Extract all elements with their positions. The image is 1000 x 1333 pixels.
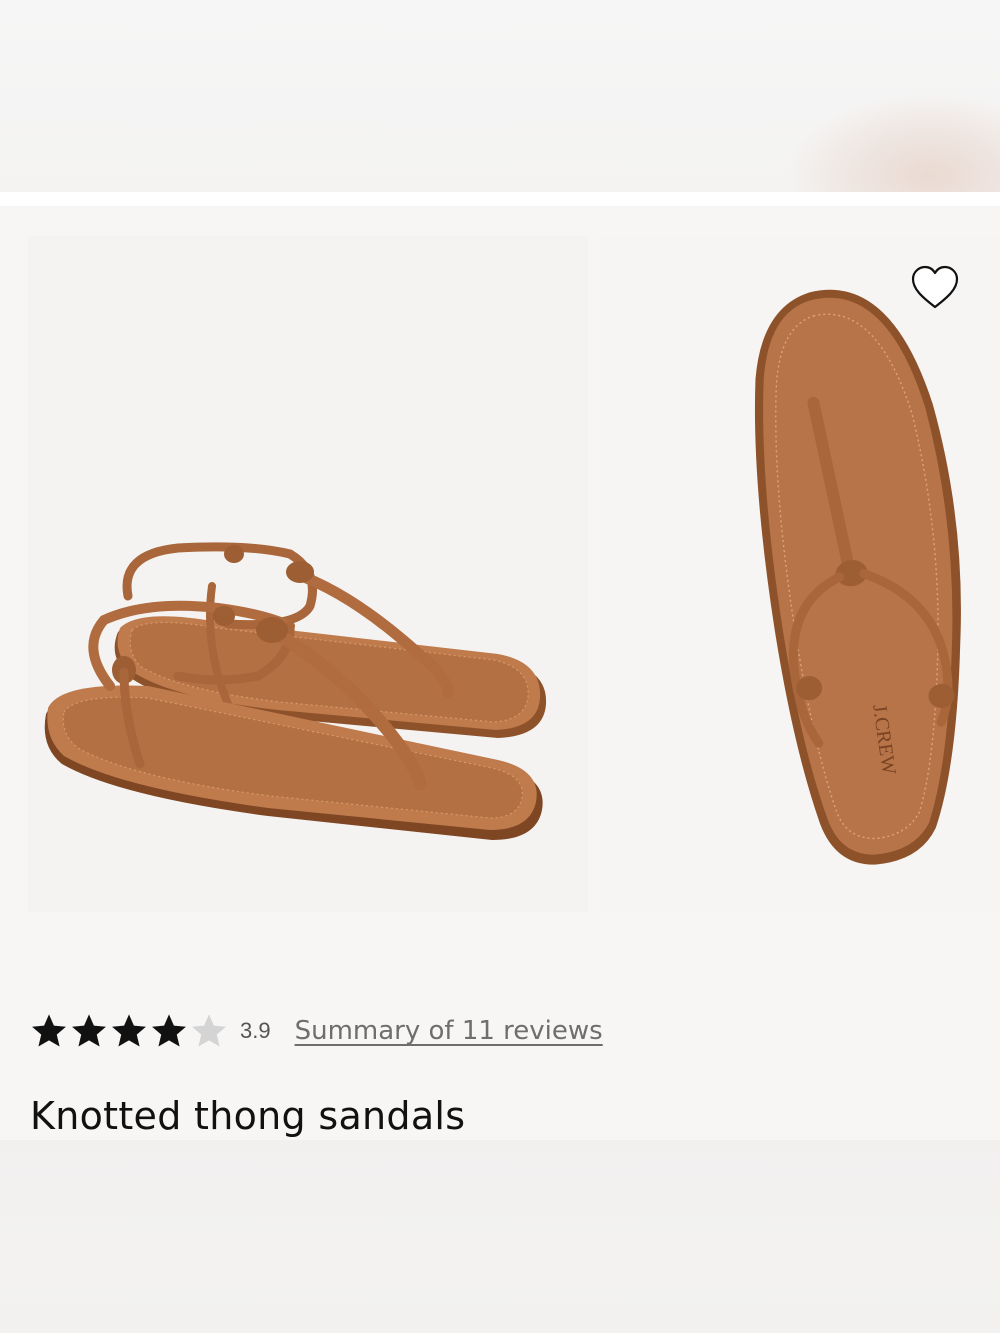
rating-stars [30, 1012, 228, 1050]
previous-section-blurred [0, 0, 1000, 192]
star-filled-icon [32, 1014, 66, 1047]
heart-outline-icon [911, 265, 959, 309]
product-image-top-view[interactable]: J.CREW [600, 236, 1000, 912]
star-filled-icon [72, 1014, 106, 1047]
product-title: Knotted thong sandals [30, 1094, 466, 1138]
wishlist-button[interactable] [908, 264, 962, 312]
sandal-top-view-illustration: J.CREW [754, 289, 961, 865]
next-section-blurred [0, 1140, 1000, 1333]
reviews-summary-link[interactable]: Summary of 11 reviews [295, 1016, 603, 1046]
star-empty-icon [192, 1014, 226, 1047]
star-filled-icon [112, 1014, 146, 1047]
section-divider [0, 192, 1000, 206]
sandals-pair-illustration [44, 542, 547, 840]
product-image-main[interactable] [28, 236, 588, 912]
rating-value: 3.9 [240, 1018, 271, 1043]
product-rating: 3.9 Summary of 11 reviews [30, 1008, 603, 1054]
star-filled-icon [152, 1014, 186, 1047]
